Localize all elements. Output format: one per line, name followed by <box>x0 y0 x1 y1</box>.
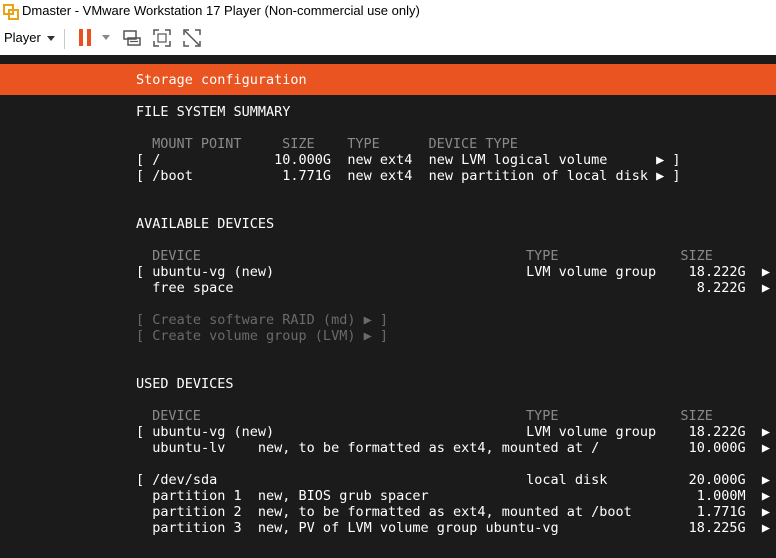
installer-header-bar: Storage configuration <box>0 64 776 95</box>
installer-header-title: Storage configuration <box>136 72 307 88</box>
used-devices-heading: USED DEVICES <box>136 376 234 392</box>
title-bar: Dmaster - VMware Workstation 17 Player (… <box>0 0 776 23</box>
used-row-ubuntu-lv[interactable]: ubuntu-lv new, to be formatted as ext4, … <box>136 440 770 456</box>
used-devices-columns: DEVICE TYPE SIZE <box>144 408 713 424</box>
used-row-partition-1[interactable]: partition 1 new, BIOS grub spacer 1.000M… <box>136 488 770 504</box>
player-menu-button[interactable]: Player <box>4 30 55 45</box>
create-volume-group-button[interactable]: [ Create volume group (LVM) ▶ ] <box>136 328 388 344</box>
power-options-dropdown-icon[interactable] <box>102 35 110 40</box>
player-menu-label: Player <box>4 30 41 45</box>
pause-icon[interactable] <box>79 29 93 46</box>
fs-row-boot[interactable]: [ /boot 1.771G new ext4 new partition of… <box>136 168 681 184</box>
window-title: Dmaster - VMware Workstation 17 Player (… <box>22 3 420 18</box>
used-row-dev-sda[interactable]: [ /dev/sda local disk 20.000G ▶ ] <box>136 472 776 488</box>
available-devices-columns: DEVICE TYPE SIZE <box>144 248 713 264</box>
used-row-ubuntu-vg[interactable]: [ ubuntu-vg (new) LVM volume group 18.22… <box>136 424 776 440</box>
vmware-app-icon <box>3 4 19 20</box>
fs-summary-heading: FILE SYSTEM SUMMARY <box>136 104 291 120</box>
create-raid-button[interactable]: [ Create software RAID (md) ▶ ] <box>136 312 388 328</box>
available-row-free-space[interactable]: free space 8.222G ▶ <box>136 280 770 296</box>
available-row-ubuntu-vg[interactable]: [ ubuntu-vg (new) LVM volume group 18.22… <box>136 264 776 280</box>
toolbar-divider <box>64 29 65 49</box>
full-screen-icon[interactable] <box>152 28 172 48</box>
used-row-partition-3[interactable]: partition 3 new, PV of LVM volume group … <box>136 520 770 536</box>
toolbar: Player <box>0 23 776 56</box>
chevron-down-icon <box>46 36 55 42</box>
vm-console[interactable]: Storage configuration FILE SYSTEM SUMMAR… <box>0 55 776 558</box>
unity-mode-icon[interactable] <box>182 28 202 48</box>
fs-row-root[interactable]: [ / 10.000G new ext4 new LVM logical vol… <box>136 152 681 168</box>
send-ctrl-alt-del-icon[interactable] <box>122 28 142 48</box>
used-row-partition-2[interactable]: partition 2 new, to be formatted as ext4… <box>136 504 770 520</box>
fs-summary-columns: MOUNT POINT SIZE TYPE DEVICE TYPE <box>144 136 518 152</box>
available-devices-heading: AVAILABLE DEVICES <box>136 216 275 232</box>
